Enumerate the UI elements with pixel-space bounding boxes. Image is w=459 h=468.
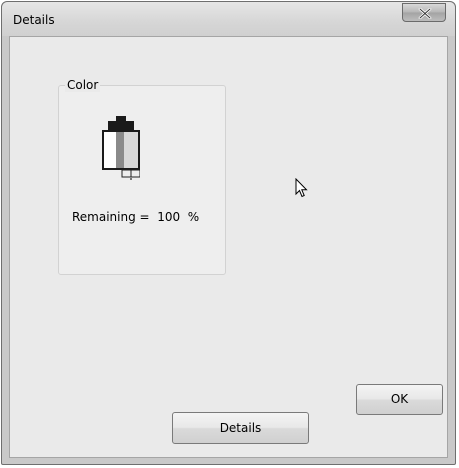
title-bar: Details [2, 2, 455, 36]
ink-cartridge-icon [102, 116, 140, 180]
ok-button[interactable]: OK [356, 384, 443, 415]
color-groupbox: Color Remaining = 100 % [58, 78, 226, 275]
window-title: Details [13, 13, 55, 27]
color-group-label: Color [65, 78, 101, 92]
details-dialog: Details Color Remaining = 100 % OK Detai… [1, 1, 456, 465]
dialog-client-area: Color Remaining = 100 % OK Details [9, 36, 448, 458]
close-x-icon [418, 8, 432, 19]
details-button[interactable]: Details [172, 412, 309, 444]
remaining-ink-text: Remaining = 100 % [72, 210, 200, 224]
close-button[interactable] [402, 3, 446, 22]
mouse-pointer-icon [295, 178, 308, 198]
